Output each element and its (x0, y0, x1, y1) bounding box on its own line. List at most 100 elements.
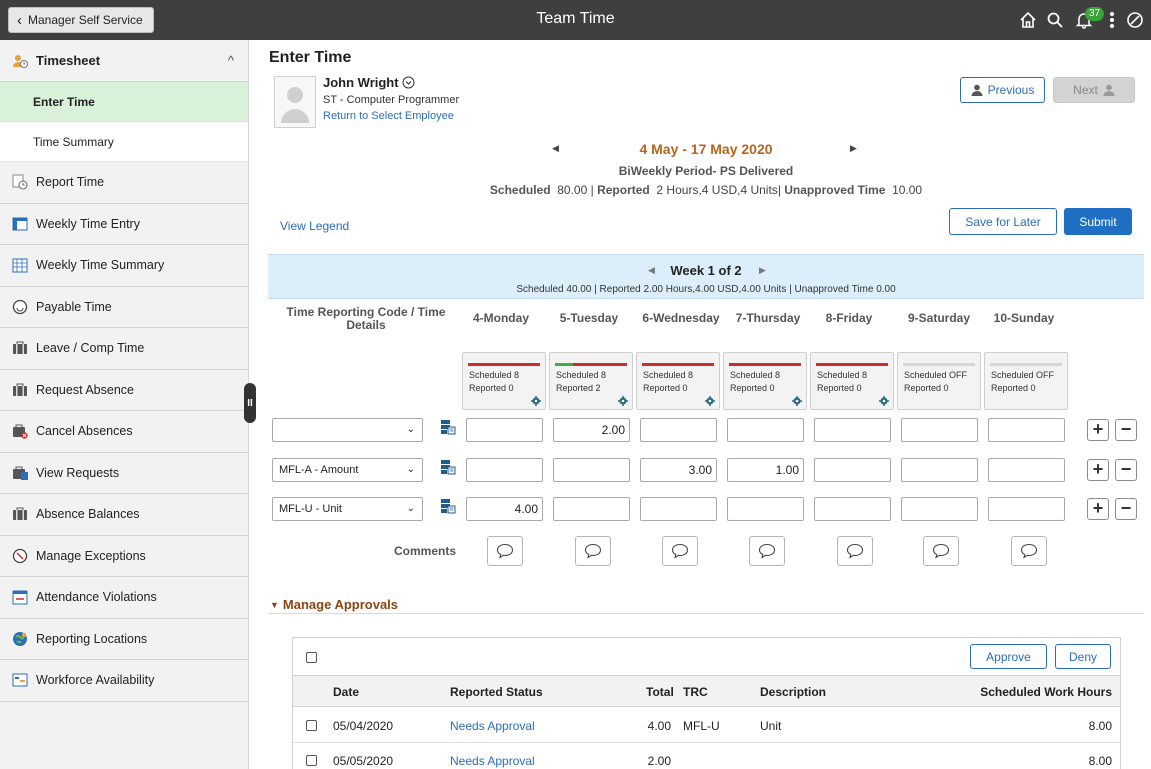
sidebar-item-weekly-time-entry[interactable]: Weekly Time Entry (0, 204, 248, 245)
sidebar-item-workforce-availability[interactable]: Workforce Availability (0, 660, 248, 702)
add-row-button[interactable]: + (1087, 419, 1109, 441)
gear-icon[interactable] (531, 396, 541, 406)
time-details-icon[interactable] (440, 459, 456, 475)
gear-icon[interactable] (618, 396, 628, 406)
previous-button[interactable]: Previous (960, 77, 1045, 103)
time-details-icon[interactable] (440, 498, 456, 514)
schedule-card[interactable]: Scheduled 8 Reported 0 (636, 352, 720, 410)
actions-menu-icon[interactable] (1100, 8, 1124, 32)
sidebar-item-view-requests[interactable]: View Requests (0, 453, 248, 494)
time-entry-input[interactable] (466, 418, 543, 442)
sidebar-item-payable-time[interactable]: Payable Time (0, 287, 248, 328)
time-entry-input[interactable] (553, 497, 630, 521)
time-entry-input[interactable] (988, 418, 1065, 442)
manage-approvals-toggle[interactable]: ▼ Manage Approvals (270, 597, 398, 612)
comment-icon[interactable] (837, 536, 873, 566)
column-header-scheduled-work-hours[interactable]: Scheduled Work Hours (980, 685, 1112, 699)
time-entry-input[interactable] (901, 497, 978, 521)
employee-name[interactable]: John Wright (323, 75, 415, 90)
next-week-arrow[interactable]: ▶ (759, 265, 766, 276)
cell-reported-status[interactable]: Needs Approval (450, 754, 535, 768)
next-button[interactable]: Next (1053, 77, 1135, 103)
save-for-later-button[interactable]: Save for Later (949, 208, 1057, 235)
column-header-total[interactable]: Total (646, 685, 674, 699)
approve-button[interactable]: Approve (970, 644, 1047, 669)
schedule-card[interactable]: Scheduled 8 Reported 0 (810, 352, 894, 410)
time-entry-input[interactable] (640, 497, 717, 521)
sidebar-item-cancel-absences[interactable]: Cancel Absences (0, 411, 248, 453)
sidebar-item-attendance-violations[interactable]: Attendance Violations (0, 577, 248, 619)
day-header[interactable]: 4-Monday (460, 311, 542, 325)
column-header-trc[interactable]: TRC (683, 685, 708, 699)
time-entry-input[interactable]: 4.00 (466, 497, 543, 521)
sidebar-item-enter-time[interactable]: Enter Time (0, 82, 248, 122)
time-entry-input[interactable] (814, 418, 891, 442)
trc-select[interactable]: MFL-U - Unit ⌄ (272, 497, 423, 521)
collapse-sidebar-handle[interactable]: II (244, 383, 256, 423)
time-entry-input[interactable] (814, 458, 891, 482)
time-entry-input[interactable] (727, 418, 804, 442)
comment-icon[interactable] (749, 536, 785, 566)
time-entry-input[interactable] (466, 458, 543, 482)
time-entry-input[interactable] (988, 458, 1065, 482)
submit-button[interactable]: Submit (1064, 208, 1132, 235)
schedule-card[interactable]: Scheduled OFF Reported 0 (897, 352, 981, 410)
delete-row-button[interactable]: − (1115, 459, 1137, 481)
time-entry-input[interactable] (553, 458, 630, 482)
previous-week-arrow[interactable]: ◀ (648, 265, 655, 276)
row-checkbox[interactable] (306, 755, 317, 766)
home-icon[interactable] (1016, 8, 1040, 32)
time-entry-input[interactable]: 1.00 (727, 458, 804, 482)
navbar-icon[interactable] (1123, 8, 1147, 32)
schedule-card[interactable]: Scheduled 8 Reported 0 (723, 352, 807, 410)
sidebar-item-leave-comp-time[interactable]: Leave / Comp Time (0, 328, 248, 370)
time-entry-input[interactable] (988, 497, 1065, 521)
time-entry-input[interactable] (901, 458, 978, 482)
comment-icon[interactable] (662, 536, 698, 566)
time-entry-input[interactable] (814, 497, 891, 521)
day-header[interactable]: 7-Thursday (727, 311, 809, 325)
comment-icon[interactable] (1011, 536, 1047, 566)
trc-select[interactable]: MFL-A - Amount ⌄ (272, 458, 423, 482)
sidebar-item-weekly-time-summary[interactable]: Weekly Time Summary (0, 245, 248, 287)
add-row-button[interactable]: + (1087, 498, 1109, 520)
day-header[interactable]: 9-Saturday (898, 311, 980, 325)
select-all-checkbox[interactable] (306, 652, 317, 663)
day-header[interactable]: 8-Friday (808, 311, 890, 325)
sidebar-item-absence-balances[interactable]: Absence Balances (0, 494, 248, 536)
sidebar-section-timesheet[interactable]: Timesheet ^ (0, 40, 248, 82)
trc-select[interactable]: ⌄ (272, 418, 423, 442)
column-header-reported-status[interactable]: Reported Status (450, 685, 543, 699)
delete-row-button[interactable]: − (1115, 498, 1137, 520)
sidebar-item-manage-exceptions[interactable]: Manage Exceptions (0, 536, 248, 577)
chevron-down-circle-icon[interactable] (402, 76, 415, 89)
previous-period-arrow[interactable]: ◀ (552, 143, 559, 154)
time-entry-input[interactable] (640, 418, 717, 442)
sidebar-item-report-time[interactable]: Report Time (0, 162, 248, 204)
row-checkbox[interactable] (306, 720, 317, 731)
time-entry-input[interactable]: 2.00 (553, 418, 630, 442)
column-header-date[interactable]: Date (333, 685, 359, 699)
gear-icon[interactable] (792, 396, 802, 406)
schedule-card[interactable]: Scheduled OFF Reported 0 (984, 352, 1068, 410)
gear-icon[interactable] (705, 396, 715, 406)
search-icon[interactable] (1043, 8, 1067, 32)
comment-icon[interactable] (575, 536, 611, 566)
next-period-arrow[interactable]: ▶ (850, 143, 857, 154)
gear-icon[interactable] (879, 396, 889, 406)
return-to-select-employee-link[interactable]: Return to Select Employee (323, 110, 454, 122)
time-entry-input[interactable] (901, 418, 978, 442)
schedule-card[interactable]: Scheduled 8 Reported 0 (462, 352, 546, 410)
day-header[interactable]: 10-Sunday (983, 311, 1065, 325)
deny-button[interactable]: Deny (1055, 644, 1111, 669)
view-legend-link[interactable]: View Legend (280, 219, 349, 233)
cell-reported-status[interactable]: Needs Approval (450, 719, 535, 733)
notification-bell-icon[interactable]: 37 (1072, 7, 1105, 32)
day-header[interactable]: 5-Tuesday (548, 311, 630, 325)
column-header-description[interactable]: Description (760, 685, 826, 699)
time-entry-input[interactable] (727, 497, 804, 521)
time-details-icon[interactable] (440, 419, 456, 435)
time-entry-input[interactable]: 3.00 (640, 458, 717, 482)
comment-icon[interactable] (487, 536, 523, 566)
sidebar-item-time-summary[interactable]: Time Summary (0, 122, 248, 162)
